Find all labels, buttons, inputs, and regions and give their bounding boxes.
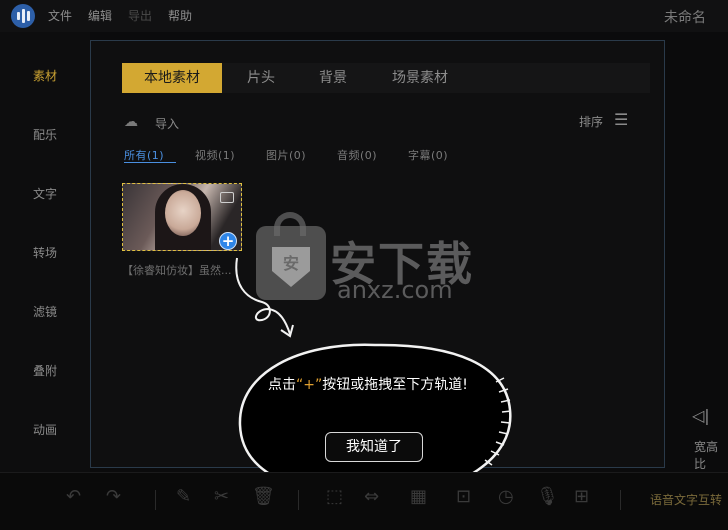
resize-icon[interactable]: ⇔ — [364, 486, 379, 507]
redo-icon[interactable]: ↷ — [106, 486, 121, 507]
aspect-ratio-icon[interactable]: ◁| — [692, 406, 710, 425]
edit-pencil-icon[interactable]: ✎ — [176, 486, 191, 507]
speed-icon[interactable]: ◷ — [498, 486, 514, 507]
undo-icon[interactable]: ↶ — [66, 486, 81, 507]
portrait-icon[interactable]: ⊞ — [574, 486, 589, 507]
tooltip-message: 点击“+”按钮或拖拽至下方轨道! — [268, 377, 468, 393]
toolbar-separator — [620, 490, 621, 510]
scissors-icon[interactable]: ✂ — [214, 486, 229, 507]
toolbar-separator — [155, 490, 156, 510]
toolbar-separator — [298, 490, 299, 510]
aspect-ratio-label[interactable]: 宽高比 — [694, 438, 728, 472]
crop-icon[interactable]: ⬚ — [326, 486, 343, 507]
got-it-button[interactable]: 我知道了 — [325, 432, 423, 462]
mosaic-icon[interactable]: ▦ — [410, 486, 427, 507]
delete-icon[interactable]: 🗑 — [252, 486, 275, 507]
microphone-icon[interactable]: 🎙 — [536, 486, 559, 507]
screenshot-icon[interactable]: ⊡ — [456, 486, 471, 507]
speech-text-convert-button[interactable]: 语音文字互转 — [650, 491, 722, 508]
